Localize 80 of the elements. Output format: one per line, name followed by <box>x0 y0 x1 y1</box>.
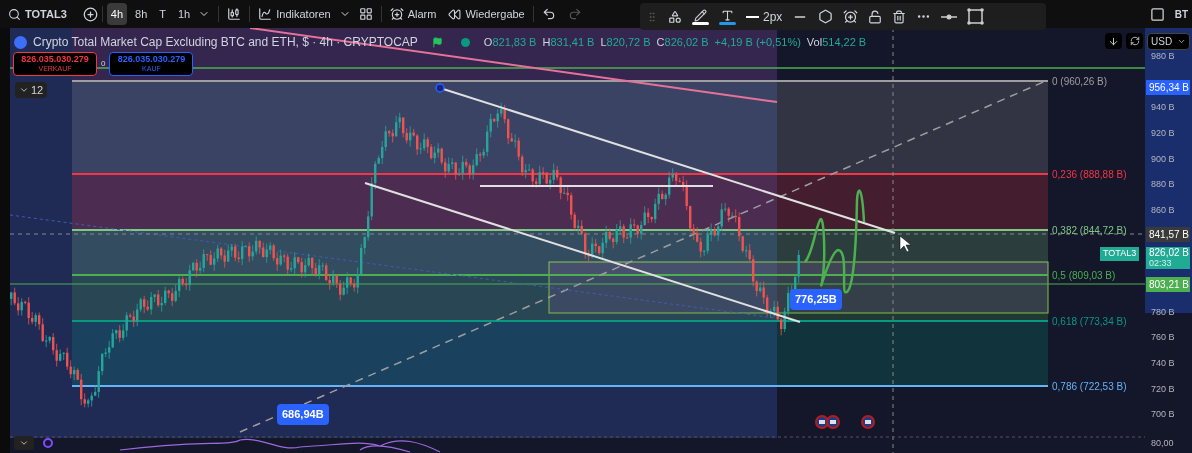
price-tick: 860 B <box>1151 204 1175 217</box>
fib-level-label: 0 (960,26 B) <box>1052 75 1108 89</box>
indicators-button[interactable]: Indikatoren <box>258 5 331 23</box>
price-tick: 720 B <box>1151 383 1175 396</box>
cursor-icon <box>899 235 912 253</box>
fib-level-label: 0,236 (888,88 B) <box>1052 168 1127 182</box>
price-tag: 841,57 B <box>1146 227 1190 242</box>
pencil-color-button[interactable] <box>692 8 709 25</box>
chart-title[interactable]: Crypto Total Market Cap Excluding BTC and ETH, $ · 4h · CRYPTOCAP <box>33 33 418 51</box>
timeframe-tab[interactable]: 1h <box>174 3 195 25</box>
alarm-clock-icon[interactable] <box>843 9 859 24</box>
alarm-clock-icon <box>389 7 404 21</box>
undo-icon[interactable] <box>541 7 556 21</box>
rewind-icon <box>448 7 462 21</box>
fib-level-label: 0,5 (809,03 B) <box>1052 269 1116 283</box>
bounding-box-icon[interactable] <box>967 8 985 25</box>
replay-button[interactable]: Wiedergabe <box>448 5 525 23</box>
scroll-down-button[interactable] <box>1105 33 1122 49</box>
timeframe-tab[interactable]: 4h <box>106 3 127 25</box>
chevron-down-icon <box>19 85 29 95</box>
trash-icon[interactable] <box>892 9 907 24</box>
symbol-tag: TOTAL3 <box>1100 247 1140 261</box>
volume-value: Vol514,22 B <box>806 34 867 50</box>
price-tick: 740 B <box>1151 357 1175 370</box>
text-color-button[interactable] <box>719 8 736 25</box>
ohlc-value: H831,41 B <box>542 34 595 50</box>
collapse-button[interactable]: 12 <box>15 82 48 98</box>
price-tick: 940 B <box>1151 101 1175 114</box>
ohlc-value: O821,83 B <box>483 34 537 50</box>
symbol-search-button[interactable]: TOTAL3 <box>4 5 71 23</box>
price-callout: 686,94B <box>277 404 329 425</box>
flag-icon[interactable] <box>431 36 443 48</box>
timeframe-tab[interactable]: 8h <box>131 3 152 25</box>
price-change: +4,19 B (+0,51%) <box>714 34 801 50</box>
candlestick-icon[interactable] <box>227 7 242 21</box>
fib-level-label: 0,382 (844,72 B) <box>1052 224 1127 238</box>
price-chart-drawing[interactable] <box>0 28 1145 453</box>
refresh-icon <box>1129 36 1140 46</box>
price-tick: 920 B <box>1151 127 1175 140</box>
add-symbol-icon[interactable] <box>82 6 98 22</box>
price-tick: 880 B <box>1151 178 1175 191</box>
event-flag-icon[interactable] <box>815 415 829 429</box>
price-callout: 776,25B <box>790 289 842 310</box>
price-tick: 80,00 <box>1151 437 1174 450</box>
price-tag: 803,21 B <box>1146 277 1190 292</box>
ohlc-value: C826,02 B <box>656 34 709 50</box>
fib-level-label: 0,786 (722,53 B) <box>1052 380 1127 394</box>
lock-icon[interactable] <box>868 9 883 24</box>
bar-countdown: 02:33 <box>1149 258 1173 269</box>
last-price: 826,02 B <box>1149 247 1187 258</box>
price-tick: 700 B <box>1151 408 1175 421</box>
price-tick: 780 B <box>1151 306 1175 319</box>
event-flag-icon[interactable] <box>861 415 875 429</box>
shapes-icon[interactable] <box>668 9 682 24</box>
chevron-down-icon <box>1177 37 1186 46</box>
redo-icon[interactable] <box>567 7 582 21</box>
price-tick: 760 B <box>1151 331 1175 344</box>
anchor-point[interactable] <box>435 83 445 93</box>
price-tick: 900 B <box>1151 153 1175 166</box>
spread-value: 0 <box>101 58 106 70</box>
ohlc-value: L820,72 B <box>600 34 651 50</box>
price-tag: 956,34 B <box>1146 80 1190 95</box>
currency-select[interactable]: USD <box>1147 33 1190 50</box>
refresh-button[interactable] <box>1126 33 1143 49</box>
alarm-button[interactable]: Alarm <box>389 5 437 23</box>
timeframe-tab[interactable]: T <box>155 3 170 25</box>
cut-text: BT <box>1174 7 1188 22</box>
grid-icon[interactable] <box>358 7 373 21</box>
settings-icon[interactable] <box>818 9 834 24</box>
fib-level-label: 0,618 (773,34 B) <box>1052 315 1127 329</box>
square-icon[interactable] <box>1149 6 1165 22</box>
price-axis[interactable]: USD 980 B 940 B 920 B 900 B 880 B 860 B 780 B 760 B 740 B 720 B 700 B 80,00 956,34 B 841,57 B 826,02 B 02:33 803,21 B <box>1145 28 1192 453</box>
line-width-button[interactable]: 2px <box>746 7 783 26</box>
chart-icon <box>258 7 273 21</box>
search-icon <box>8 7 21 21</box>
drag-handle-icon[interactable] <box>646 10 658 23</box>
arrow-down-icon <box>1108 35 1119 47</box>
price-tick: 980 B <box>1151 50 1175 63</box>
event-flag-icon[interactable] <box>826 415 840 429</box>
chevron-down-icon <box>19 438 29 448</box>
